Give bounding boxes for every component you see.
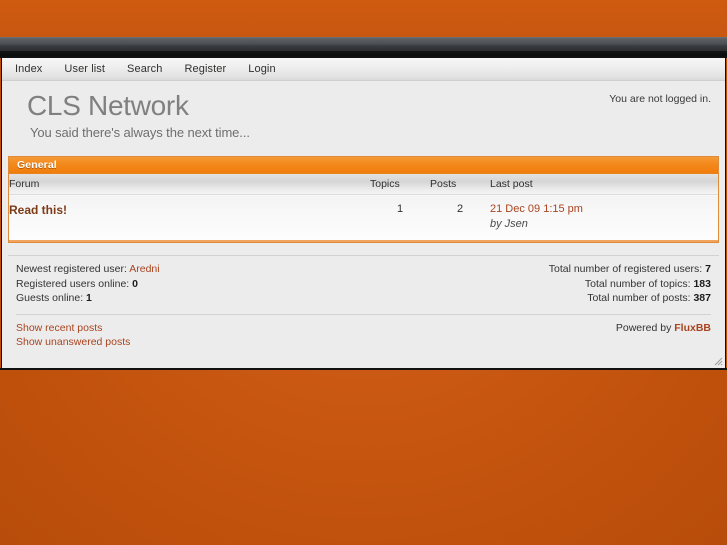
- footer-links-left: Show recent posts Show unanswered posts: [16, 321, 130, 350]
- guests-online-label: Guests online:: [16, 292, 84, 304]
- topics-count-cell: 1: [370, 194, 430, 242]
- posts-count-cell: 2: [430, 194, 490, 242]
- total-topics-label: Total number of topics:: [584, 277, 691, 290]
- total-posts-line: Total number of posts: 387: [549, 291, 711, 306]
- table-row: Read this! 1 2 21 Dec 09 1:15 pm by Jsen: [9, 194, 718, 242]
- nav-item-index[interactable]: Index: [15, 63, 42, 75]
- window-chrome-shadow: [0, 51, 727, 58]
- footer-links-right: Powered by FluxBB: [616, 321, 711, 350]
- total-users-label: Total number of registered users:: [548, 263, 703, 275]
- registered-users-online-line: Registered users online: 0: [16, 277, 160, 292]
- statistics-right-column: Total number of registered users: 7 Tota…: [549, 262, 711, 306]
- nav-item-user-list[interactable]: User list: [64, 63, 105, 75]
- fluxbb-link[interactable]: FluxBB: [674, 322, 711, 334]
- guests-online-value: 1: [86, 292, 92, 304]
- total-topics-value: 183: [693, 277, 711, 290]
- forum-category-block: General Forum Topics Posts Last post Rea…: [8, 156, 719, 243]
- powered-by-label: Powered by: [615, 321, 672, 334]
- total-users-value: 7: [705, 263, 711, 275]
- newest-user-label: Newest registered user:: [16, 263, 127, 275]
- column-header-forum: Forum: [9, 174, 370, 195]
- forum-link-read-this[interactable]: Read this!: [9, 203, 67, 217]
- category-header: General: [9, 157, 718, 174]
- footer-links-row: Show recent posts Show unanswered posts …: [8, 315, 719, 360]
- forum-table-header-row: Forum Topics Posts Last post: [9, 174, 718, 195]
- registered-users-online-value: 0: [132, 277, 138, 290]
- last-post-cell: 21 Dec 09 1:15 pm by Jsen: [490, 194, 718, 242]
- resize-grip-icon[interactable]: [714, 357, 723, 366]
- last-post-author: by Jsen: [490, 218, 528, 230]
- total-users-line: Total number of registered users: 7: [549, 262, 711, 277]
- statistics-row: Newest registered user: Aredni Registere…: [8, 262, 719, 306]
- registered-users-online-label: Registered users online:: [16, 277, 130, 290]
- forum-table: Forum Topics Posts Last post Read this! …: [9, 174, 718, 242]
- total-topics-line: Total number of topics: 183: [549, 277, 711, 292]
- board-description: You said there's always the next time...: [30, 125, 250, 140]
- column-header-topics: Topics: [370, 174, 430, 195]
- show-unanswered-posts-link[interactable]: Show unanswered posts: [16, 335, 130, 350]
- main-navigation: Index User list Search Register Login: [2, 58, 725, 81]
- nav-item-register[interactable]: Register: [185, 63, 227, 75]
- window-chrome-bar[interactable]: [0, 37, 727, 51]
- category-title: General: [17, 159, 57, 171]
- total-posts-label: Total number of posts:: [587, 292, 691, 304]
- nav-item-login[interactable]: Login: [248, 63, 275, 75]
- newest-user-link[interactable]: Aredni: [129, 263, 159, 275]
- desktop-background-top: [0, 0, 727, 37]
- newest-user-line: Newest registered user: Aredni: [16, 262, 160, 277]
- total-posts-value: 387: [693, 292, 711, 304]
- board-header: CLS Network You said there's always the …: [2, 81, 725, 147]
- forum-cell: Read this!: [9, 194, 370, 242]
- show-recent-posts-link[interactable]: Show recent posts: [16, 321, 130, 336]
- login-status-text: You are not logged in.: [609, 93, 711, 105]
- page-bottom-border: [0, 368, 727, 370]
- board-statistics: Newest registered user: Aredni Registere…: [8, 255, 719, 360]
- nav-item-search[interactable]: Search: [127, 63, 162, 75]
- column-header-posts: Posts: [430, 174, 490, 195]
- column-header-last-post: Last post: [490, 174, 718, 195]
- forum-page: Index User list Search Register Login CL…: [1, 58, 726, 368]
- statistics-left-column: Newest registered user: Aredni Registere…: [16, 262, 160, 306]
- guests-online-line: Guests online: 1: [16, 291, 160, 306]
- last-post-date-link[interactable]: 21 Dec 09 1:15 pm: [490, 203, 583, 215]
